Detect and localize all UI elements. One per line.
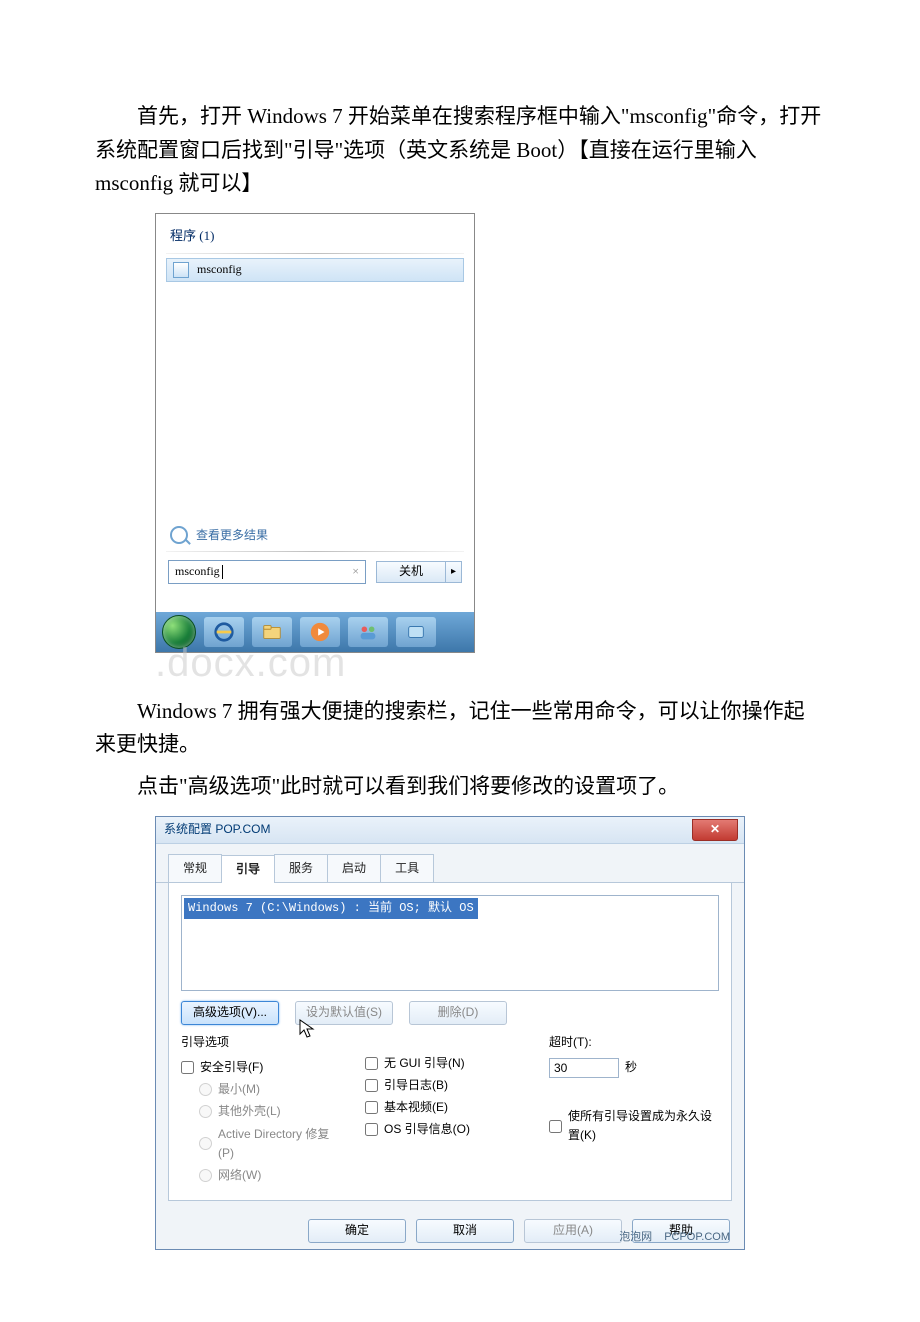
search-result-item[interactable]: msconfig [166, 258, 464, 282]
boot-options-label: 引导选项 [181, 1033, 345, 1052]
radio [199, 1083, 212, 1096]
opt-ad-repair: Active Directory 修复(P) [199, 1125, 345, 1163]
timeout-unit: 秒 [625, 1058, 637, 1077]
os-list[interactable]: Windows 7 (C:\Windows) : 当前 OS; 默认 OS [181, 895, 719, 991]
opt-label: 引导日志(B) [384, 1076, 448, 1095]
close-button[interactable]: ✕ [692, 819, 738, 841]
footnote-site-en: PCPOP.COM [664, 1229, 730, 1247]
os-entry[interactable]: Windows 7 (C:\Windows) : 当前 OS; 默认 OS [184, 898, 478, 919]
opt-safe-boot[interactable]: 安全引导(F) [181, 1058, 345, 1077]
ok-button[interactable]: 确定 [308, 1219, 406, 1243]
paragraph-1: 首先，打开 Windows 7 开始菜单在搜索程序框中输入"msconfig"命… [95, 100, 825, 201]
checkbox[interactable] [365, 1123, 378, 1136]
opt-minimal: 最小(M) [199, 1080, 345, 1099]
dialog-title-text: 系统配置 POP.COM [164, 820, 270, 839]
system-config-dialog: 系统配置 POP.COM ✕ 常规 引导 服务 启动 工具 Windows 7 … [155, 816, 745, 1251]
tab-general[interactable]: 常规 [168, 854, 222, 882]
checkbox[interactable] [181, 1061, 194, 1074]
msconfig-icon [173, 262, 189, 278]
search-input[interactable]: msconfig × [168, 560, 366, 584]
text-caret [222, 565, 223, 579]
opt-network: 网络(W) [199, 1166, 345, 1185]
radio [199, 1169, 212, 1182]
tab-tools[interactable]: 工具 [380, 854, 434, 882]
search-result-label: msconfig [197, 260, 242, 279]
clear-search-icon[interactable]: × [352, 562, 359, 581]
opt-alt-shell: 其他外壳(L) [199, 1102, 345, 1121]
shutdown-menu-arrow[interactable]: ▸ [446, 561, 462, 583]
divider [166, 551, 464, 552]
radio [199, 1137, 212, 1150]
apply-button[interactable]: 应用(A) [524, 1219, 622, 1243]
checkbox[interactable] [365, 1101, 378, 1114]
opt-os-boot-info[interactable]: OS 引导信息(O) [365, 1120, 529, 1139]
opt-no-gui-boot[interactable]: 无 GUI 引导(N) [365, 1054, 529, 1073]
taskbar-explorer-icon[interactable] [252, 617, 292, 647]
search-value: msconfig [175, 562, 220, 581]
timeout-label: 超时(T): [549, 1033, 719, 1052]
shutdown-button[interactable]: 关机 [376, 561, 446, 583]
timeout-input[interactable] [549, 1058, 619, 1078]
see-more-label: 查看更多结果 [196, 526, 268, 545]
taskbar [156, 612, 474, 652]
delete-button[interactable]: 删除(D) [409, 1001, 507, 1025]
taskbar-ie-icon[interactable] [204, 617, 244, 647]
opt-make-permanent[interactable]: 使所有引导设置成为永久设置(K) [549, 1107, 719, 1145]
dialog-titlebar: 系统配置 POP.COM ✕ [156, 817, 744, 844]
opt-label: 网络(W) [218, 1166, 261, 1185]
opt-label: 安全引导(F) [200, 1058, 263, 1077]
paragraph-2: Windows 7 拥有强大便捷的搜索栏，记住一些常用命令，可以让你操作起来更快… [95, 695, 825, 762]
tab-services[interactable]: 服务 [274, 854, 328, 882]
opt-label: 无 GUI 引导(N) [384, 1054, 465, 1073]
set-default-button[interactable]: 设为默认值(S) [295, 1001, 393, 1025]
search-icon [170, 526, 188, 544]
checkbox[interactable] [365, 1079, 378, 1092]
opt-label: 基本视频(E) [384, 1098, 448, 1117]
opt-boot-log[interactable]: 引导日志(B) [365, 1076, 529, 1095]
divider [166, 253, 464, 254]
taskbar-people-icon[interactable] [348, 617, 388, 647]
taskbar-media-icon[interactable] [300, 617, 340, 647]
cancel-button[interactable]: 取消 [416, 1219, 514, 1243]
radio [199, 1105, 212, 1118]
opt-base-video[interactable]: 基本视频(E) [365, 1098, 529, 1117]
footnote-site-cn: 泡泡网 [619, 1229, 652, 1247]
see-more-results[interactable]: 查看更多结果 [160, 522, 470, 549]
tab-startup[interactable]: 启动 [327, 854, 381, 882]
tab-strip: 常规 引导 服务 启动 工具 [156, 844, 744, 883]
taskbar-app-icon[interactable] [396, 617, 436, 647]
dialog-footnote: 泡泡网 PCPOP.COM [619, 1229, 730, 1247]
checkbox[interactable] [365, 1057, 378, 1070]
checkbox[interactable] [549, 1120, 562, 1133]
programs-header: 程序 (1) [160, 218, 470, 251]
opt-label: Active Directory 修复(P) [218, 1125, 345, 1163]
start-orb-icon[interactable] [162, 615, 196, 649]
opt-label: 其他外壳(L) [218, 1102, 281, 1121]
start-menu-figure: 程序 (1) msconfig 查看更多结果 msconfig × [155, 213, 475, 653]
opt-label: 使所有引导设置成为永久设置(K) [568, 1107, 719, 1145]
tab-boot[interactable]: 引导 [221, 855, 275, 883]
paragraph-3: 点击"高级选项"此时就可以看到我们将要修改的设置项了。 [95, 770, 825, 804]
advanced-options-button[interactable]: 高级选项(V)... [181, 1001, 279, 1025]
opt-label: 最小(M) [218, 1080, 260, 1099]
opt-label: OS 引导信息(O) [384, 1120, 470, 1139]
